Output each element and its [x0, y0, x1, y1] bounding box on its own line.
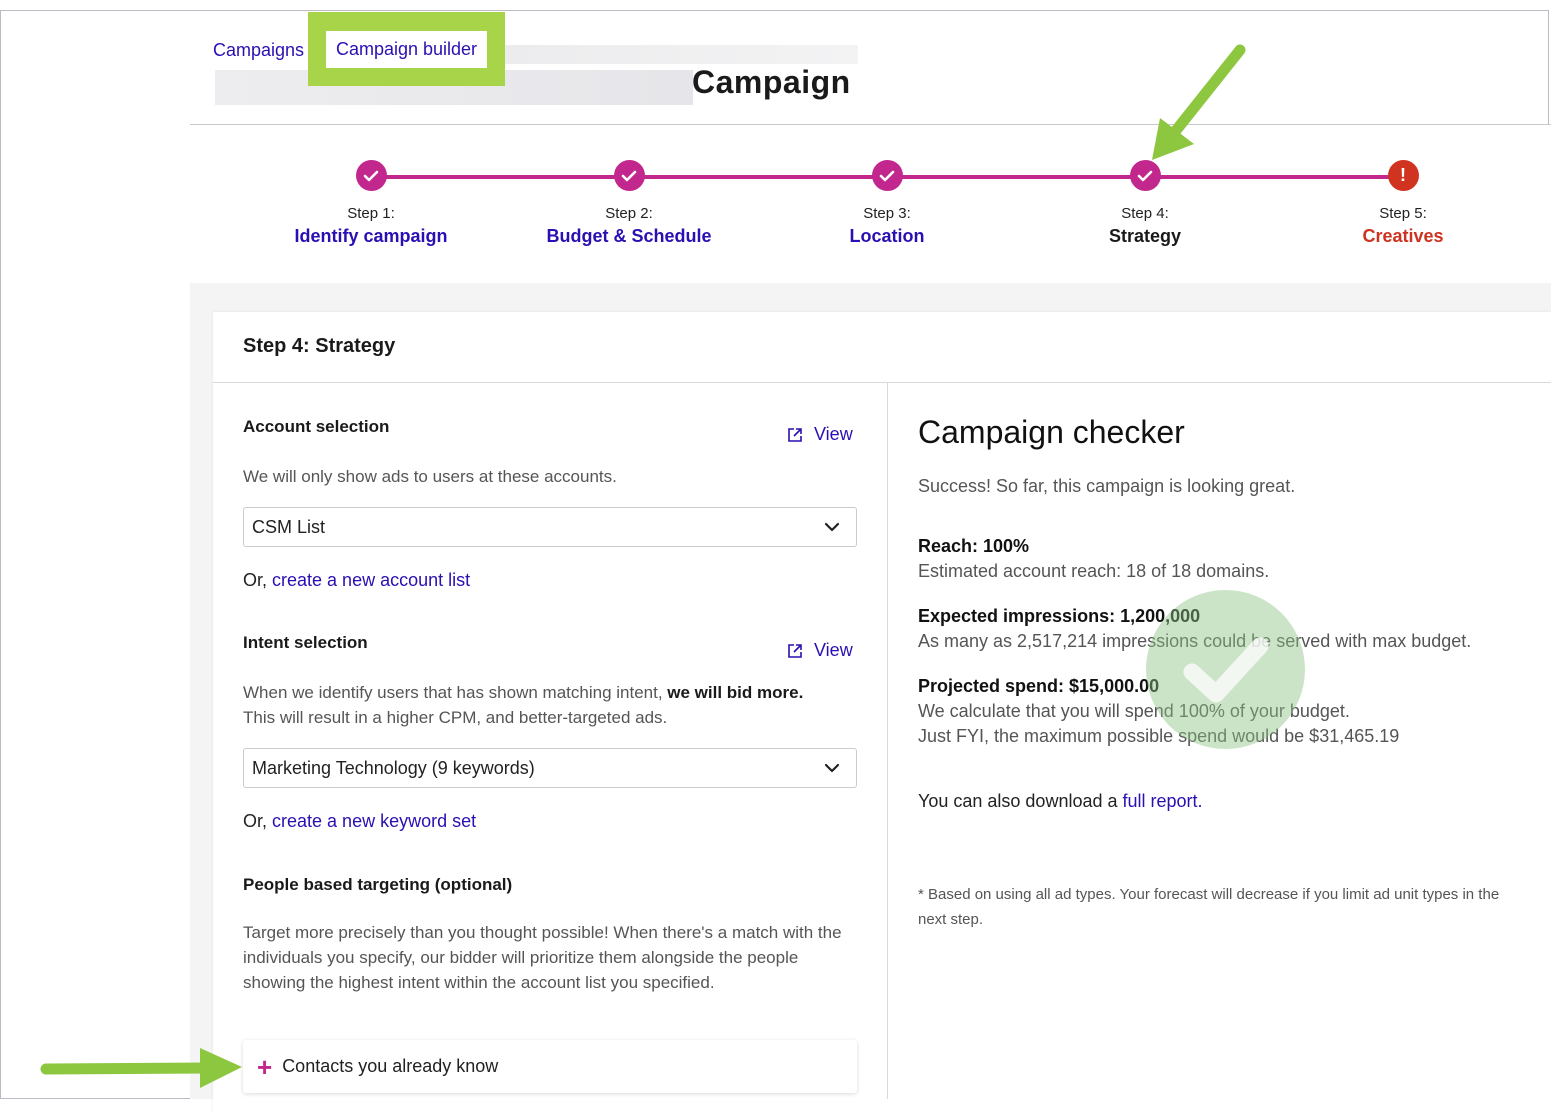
step-label[interactable]: Creatives: [1303, 226, 1503, 247]
create-account-list-link[interactable]: create a new account list: [272, 570, 470, 590]
people-targeting-title: People based targeting (optional): [243, 875, 513, 894]
step-number: Step 3:: [863, 205, 911, 222]
full-report-link[interactable]: full report.: [1123, 791, 1203, 811]
check-icon: [871, 160, 903, 191]
account-list-select[interactable]: CSM List: [243, 507, 857, 547]
people-targeting-description: Target more precisely than you thought p…: [243, 923, 842, 992]
intent-selection-title: Intent selection: [243, 633, 368, 652]
or-text: Or,: [243, 811, 273, 831]
breadcrumb-highlight: Campaign builder: [308, 12, 505, 86]
view-label: View: [814, 424, 853, 444]
card-title: Step 4: Strategy: [243, 335, 396, 357]
reach-description: Estimated account reach: 18 of 18 domain…: [918, 561, 1270, 581]
step-number: Step 4:: [1121, 205, 1169, 222]
keyword-set-select[interactable]: Marketing Technology (9 keywords): [243, 748, 857, 788]
annotation-arrow-icon: [40, 1048, 242, 1088]
external-link-icon: [788, 427, 802, 442]
step-label[interactable]: Location: [787, 226, 987, 247]
select-value: Marketing Technology (9 keywords): [252, 757, 535, 778]
step-3[interactable]: Step 3: Location: [787, 160, 987, 247]
intent-desc-bold: we will bid more.: [667, 683, 804, 702]
annotation-arrow-icon: [1152, 44, 1246, 160]
checker-success-text: Success! So far, this campaign is lookin…: [918, 476, 1296, 496]
page-title: Campaign: [692, 64, 851, 100]
divider: [213, 382, 1551, 383]
add-contacts-button[interactable]: + Contacts you already know: [243, 1040, 857, 1093]
exclamation-icon: !: [1387, 160, 1419, 191]
step-number: Step 2:: [605, 205, 653, 222]
account-description: We will only show ads to users at these …: [243, 467, 617, 486]
forecast-footnote: * Based on using all ad types. Your fore…: [918, 886, 1500, 928]
download-row: You can also download a full report.: [918, 791, 1203, 812]
intent-description: When we identify users that has shown ma…: [243, 680, 863, 730]
account-view-link[interactable]: View: [788, 424, 853, 445]
breadcrumb: Campaigns: [213, 40, 304, 61]
account-create-row: Or, create a new account list: [243, 570, 470, 591]
step-2[interactable]: Step 2: Budget & Schedule: [529, 160, 729, 247]
step-number: Step 5:: [1379, 205, 1427, 222]
select-value: CSM List: [252, 516, 326, 537]
chevron-down-icon: [824, 522, 840, 532]
plus-icon: +: [257, 1051, 273, 1082]
intent-desc-post: This will result in a higher CPM, and be…: [243, 708, 668, 727]
step-label[interactable]: Identify campaign: [271, 226, 471, 247]
chevron-down-icon: [824, 763, 840, 773]
intent-create-row: Or, create a new keyword set: [243, 811, 476, 832]
step-label: Strategy: [1108, 226, 1182, 246]
campaign-checker-title: Campaign checker: [918, 414, 1185, 450]
download-text: You can also download a: [918, 791, 1123, 811]
intent-desc-pre: When we identify users that has shown ma…: [243, 683, 668, 702]
external-link-icon: [788, 643, 802, 658]
create-keyword-set-link[interactable]: create a new keyword set: [272, 811, 476, 831]
or-text: Or,: [243, 570, 273, 590]
step-number: Step 1:: [347, 205, 395, 222]
column-divider: [887, 383, 888, 1099]
step-5[interactable]: ! Step 5: Creatives: [1303, 160, 1503, 247]
add-contacts-label: Contacts you already know: [282, 1056, 499, 1076]
breadcrumb-campaigns-link[interactable]: Campaigns: [213, 40, 304, 61]
breadcrumb-campaign-builder-link[interactable]: Campaign builder: [325, 30, 488, 68]
step-4[interactable]: Step 4: Strategy: [1045, 160, 1245, 247]
view-label: View: [814, 640, 853, 660]
success-check-icon: [1146, 590, 1305, 749]
reach-label: Reach: 100%: [918, 536, 1030, 556]
step-1[interactable]: Step 1: Identify campaign: [271, 160, 471, 247]
redacted-bar: [505, 45, 858, 64]
intent-view-link[interactable]: View: [788, 640, 853, 661]
check-icon: [355, 160, 387, 191]
step-label[interactable]: Budget & Schedule: [529, 226, 729, 247]
spend-label: Projected spend: $15,000.00: [918, 676, 1160, 696]
account-selection-title: Account selection: [243, 417, 390, 436]
check-icon: [613, 160, 645, 191]
